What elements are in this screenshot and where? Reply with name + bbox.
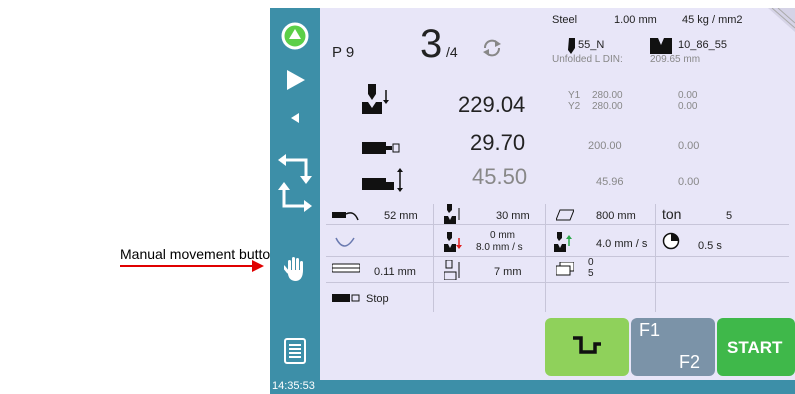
grid-divider: [433, 204, 434, 312]
corner-fold-icon[interactable]: [768, 8, 795, 32]
material-thickness: 1.00 mm: [614, 14, 657, 26]
bend-shape-icon: [573, 336, 601, 354]
material-strength: 45 kg / mm2: [682, 14, 743, 26]
param-r1-b[interactable]: 30 mm: [496, 210, 530, 222]
param-r2-b1[interactable]: 0 mm: [490, 230, 515, 241]
start-button[interactable]: START: [717, 318, 795, 376]
f1-label: F1: [639, 320, 661, 340]
unfolded-value: 209.65 mm: [650, 54, 701, 65]
grid-divider: [326, 282, 789, 283]
x-axis-value: 29.70: [470, 130, 526, 155]
param-r3-c2[interactable]: 5: [588, 268, 594, 279]
x-axis-extra: 0.00: [678, 140, 700, 152]
punch-name: 55_N: [578, 39, 605, 51]
y-axis-value: 229.04: [458, 92, 526, 117]
cycle-icon[interactable]: [270, 154, 320, 212]
start-label: START: [727, 338, 783, 357]
param-r2-d[interactable]: 0.5 s: [698, 240, 722, 252]
length-icon: [556, 209, 574, 221]
home-icon[interactable]: [270, 22, 320, 50]
r-axis-extra: 0.00: [678, 176, 700, 188]
grid-divider: [655, 204, 656, 312]
step-total: /4: [446, 44, 458, 60]
y1-label: Y1: [568, 90, 581, 101]
r-axis-ref: 45.96: [596, 176, 624, 188]
status-bar: 14:35:53: [270, 380, 795, 394]
grid-divider: [545, 204, 546, 312]
clock-time: 14:35:53: [272, 380, 315, 392]
angle-icon: [335, 237, 355, 247]
y-axis-icon: [362, 84, 389, 114]
y2-extra: 0.00: [678, 101, 698, 112]
callout-line: [120, 265, 260, 267]
y1-value: 280.00: [592, 90, 623, 101]
f1-f2-button[interactable]: F1 F2: [631, 318, 715, 376]
play-icon[interactable]: [270, 68, 320, 92]
punch-icon: [568, 38, 575, 54]
timer-icon: [662, 232, 680, 250]
die-name: 10_86_55: [678, 39, 727, 51]
f2-label: F2: [679, 352, 701, 372]
program-number: P 9: [332, 44, 355, 61]
speed-down-icon: [444, 232, 462, 252]
param-r4-a[interactable]: Stop: [366, 293, 389, 305]
x-axis-icon: [362, 142, 400, 154]
die-icon: [650, 38, 672, 54]
param-r1-c[interactable]: 800 mm: [596, 210, 636, 222]
y1-extra: 0.00: [678, 90, 698, 101]
left-sidebar: [270, 8, 320, 382]
x-axis-ref: 200.00: [588, 140, 622, 152]
crowning-icon: [332, 263, 360, 273]
grid-divider: [326, 224, 789, 225]
y2-value: 280.00: [592, 101, 623, 112]
step-number: 3: [420, 22, 443, 66]
param-r3-c1[interactable]: 0: [588, 257, 594, 268]
backgauge-icon: [332, 212, 359, 221]
copies-icon: [556, 262, 574, 276]
unfolded-label: Unfolded L DIN:: [552, 54, 623, 65]
opening-icon: [444, 204, 460, 224]
param-r1-a[interactable]: 52 mm: [384, 210, 418, 222]
ton-label: ton: [662, 206, 682, 222]
speed-up-icon: [554, 232, 572, 252]
list-icon[interactable]: [270, 338, 320, 364]
param-r2-b2[interactable]: 8.0 mm / s: [476, 242, 523, 253]
stop-icon: [332, 294, 360, 302]
param-r3-a[interactable]: 0.11 mm: [374, 266, 416, 278]
bend-mode-button[interactable]: [545, 318, 629, 376]
back-icon[interactable]: [270, 112, 320, 124]
callout-arrow-icon: [252, 260, 264, 272]
y2-label: Y2: [568, 101, 581, 112]
param-r2-c[interactable]: 4.0 mm / s: [596, 238, 647, 250]
r-axis-value: 45.50: [472, 164, 528, 189]
grid-divider: [326, 256, 789, 257]
param-r3-b[interactable]: 7 mm: [494, 266, 522, 278]
ton-value[interactable]: 5: [726, 210, 732, 222]
material-name: Steel: [552, 14, 578, 26]
retract-icon: [444, 260, 460, 280]
manual-hand-button[interactable]: [270, 256, 320, 282]
repeat-icon[interactable]: [480, 36, 504, 60]
r-axis-icon: [362, 168, 403, 192]
